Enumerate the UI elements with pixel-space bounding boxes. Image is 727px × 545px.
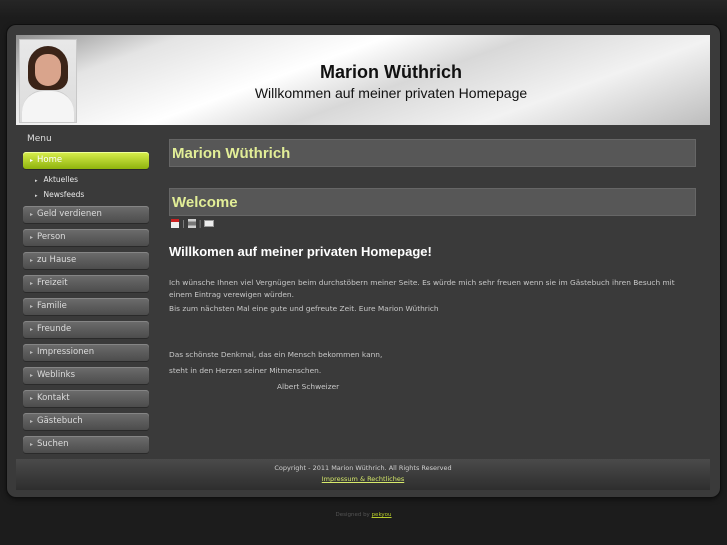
quote-author: Albert Schweizer: [277, 382, 340, 391]
nav-item-label: Impressionen: [37, 347, 95, 357]
closing-paragraph: Bis zum nächsten Mal eine gute und gefre…: [169, 304, 439, 313]
nav-item-zu-hause[interactable]: ▸ zu Hause: [23, 252, 149, 269]
nav-subitem-label: Aktuelles: [43, 175, 78, 184]
email-icon[interactable]: [204, 220, 215, 227]
site-frame: Marion Wüthrich Willkommen auf meiner pr…: [7, 25, 720, 497]
designer-link[interactable]: pekyou: [372, 512, 392, 518]
nav-item-label: Kontakt: [37, 393, 70, 403]
footer: Copyright - 2011 Marion Wüthrich. All Ri…: [16, 459, 710, 490]
nav-item-label: zu Hause: [37, 255, 77, 265]
copyright-text: Copyright - 2011 Marion Wüthrich. All Ri…: [274, 464, 452, 472]
nav-item-impressionen[interactable]: ▸ Impressionen: [23, 344, 149, 361]
imprint-link[interactable]: Impressum & Rechtliches: [16, 475, 710, 483]
quote-line-1: Das schönste Denkmal, das ein Mensch bek…: [169, 350, 383, 359]
chevron-right-icon: ▸: [30, 418, 34, 425]
nav-subitem-newsfeeds[interactable]: ▸ Newsfeeds: [35, 190, 84, 199]
nav-item-weblinks[interactable]: ▸ Weblinks: [23, 367, 149, 384]
nav-item-label: Freizeit: [37, 278, 68, 288]
article-title[interactable]: Welcome: [169, 188, 696, 216]
chevron-right-icon: ▸: [30, 395, 34, 402]
nav-item-label: Familie: [37, 301, 67, 311]
nav-item-label: Gästebuch: [37, 416, 83, 426]
site-subtitle: Willkommen auf meiner privaten Homepage: [254, 85, 528, 101]
site-header: Marion Wüthrich Willkommen auf meiner pr…: [16, 35, 710, 125]
chevron-right-icon: ▸: [30, 234, 34, 241]
chevron-right-icon: ▸: [30, 280, 34, 287]
chevron-right-icon: ▸: [30, 211, 34, 218]
nav-item-person[interactable]: ▸ Person: [23, 229, 149, 246]
nav-item-gaestebuch[interactable]: ▸ Gästebuch: [23, 413, 149, 430]
nav-subitem-label: Newsfeeds: [43, 190, 85, 199]
chevron-right-icon: ▸: [35, 193, 38, 199]
nav-item-freunde[interactable]: ▸ Freunde: [23, 321, 149, 338]
chevron-right-icon: ▸: [30, 349, 34, 356]
article-icons: | |: [171, 219, 215, 229]
page-title: Marion Wüthrich: [169, 139, 696, 167]
nav-item-kontakt[interactable]: ▸ Kontakt: [23, 390, 149, 407]
nav-item-freizeit[interactable]: ▸ Freizeit: [23, 275, 149, 292]
content-heading: Willkomen auf meiner privaten Homepage!: [169, 244, 432, 259]
chevron-right-icon: ▸: [30, 326, 34, 333]
nav-item-suchen[interactable]: ▸ Suchen: [23, 436, 149, 453]
chevron-right-icon: ▸: [30, 372, 34, 379]
nav-item-label: Person: [37, 232, 66, 242]
avatar: [19, 39, 77, 123]
nav-item-home[interactable]: ▸ Home: [23, 152, 149, 169]
designed-by: Designed by pekyou: [0, 512, 727, 518]
pdf-icon[interactable]: [171, 219, 179, 228]
chevron-right-icon: ▸: [30, 303, 34, 310]
nav-item-label: Freunde: [37, 324, 72, 334]
site-title: Marion Wüthrich: [320, 62, 462, 82]
nav-subitem-aktuelles[interactable]: ▸ Aktuelles: [35, 175, 78, 184]
designed-by-label: Designed by: [335, 512, 370, 518]
avatar-face: [35, 54, 61, 86]
nav-item-label: Weblinks: [37, 370, 75, 380]
quote-line-2: steht in den Herzen seiner Mitmenschen.: [169, 366, 322, 375]
top-bar: [0, 0, 727, 18]
nav-item-geld-verdienen[interactable]: ▸ Geld verdienen: [23, 206, 149, 223]
welcome-paragraph: Ich wünsche Ihnen viel Vergnügen beim du…: [169, 278, 675, 299]
chevron-right-icon: ▸: [30, 257, 34, 264]
print-icon[interactable]: [187, 219, 196, 228]
chevron-right-icon: ▸: [30, 441, 34, 448]
chevron-right-icon: ▸: [35, 178, 38, 184]
nav-item-label: Geld verdienen: [37, 209, 102, 219]
icon-separator: |: [198, 219, 202, 228]
nav-item-label: Suchen: [37, 439, 69, 449]
menu-heading: Menu: [27, 134, 52, 144]
avatar-shirt: [22, 90, 74, 122]
nav-item-familie[interactable]: ▸ Familie: [23, 298, 149, 315]
chevron-right-icon: ▸: [30, 157, 34, 164]
icon-separator: |: [182, 219, 185, 228]
nav-item-label: Home: [37, 155, 63, 165]
